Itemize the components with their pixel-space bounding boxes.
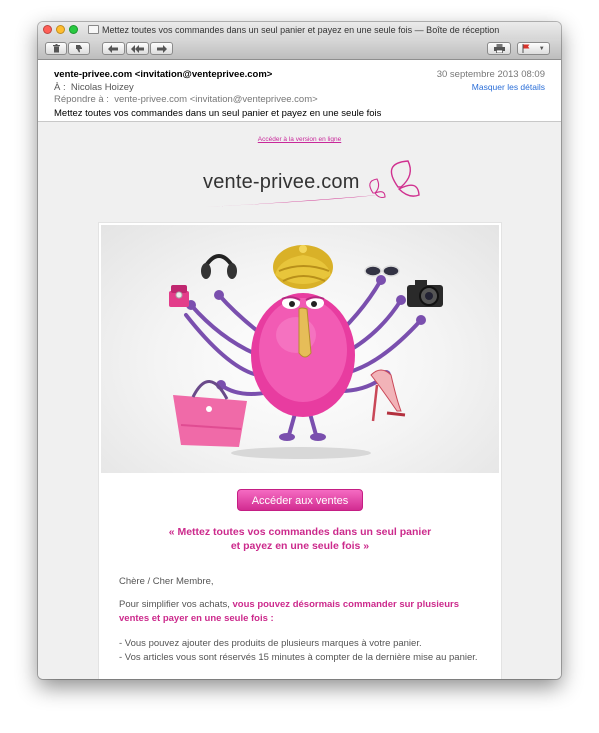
reply-to-label: Répondre à :	[54, 94, 109, 105]
window-controls	[43, 25, 78, 34]
greeting: Chère / Cher Membre,	[119, 576, 214, 587]
reply-button[interactable]	[102, 42, 125, 55]
bullet-list: - Vous pouvez ajouter des produits de pl…	[119, 637, 484, 665]
trash-icon	[52, 44, 60, 53]
message-subject: Mettez toutes vos commandes dans un seul…	[54, 108, 382, 119]
window-title-wrap: Mettez toutes vos commandes dans un seul…	[88, 25, 557, 35]
slogan: « Mettez toutes vos commandes dans un se…	[99, 525, 501, 553]
sender[interactable]: vente-privee.com <invitation@venteprivee…	[54, 69, 272, 80]
message-date: 30 septembre 2013 08:09	[436, 69, 545, 80]
mail-window: Mettez toutes vos commandes dans un seul…	[38, 22, 561, 679]
recipient[interactable]: Nicolas Hoizey	[71, 82, 134, 93]
forward-icon	[157, 44, 167, 53]
reply-icon	[108, 44, 118, 53]
hide-details-link[interactable]: Masquer les détails	[472, 82, 545, 92]
minimize-window-button[interactable]	[56, 25, 65, 34]
chevron-down-icon: ▼	[538, 45, 545, 52]
access-sales-button[interactable]: Accéder aux ventes	[237, 489, 363, 511]
online-version-link[interactable]: Accéder à la version en ligne	[38, 136, 561, 143]
forward-button[interactable]	[150, 42, 173, 55]
zoom-window-button[interactable]	[69, 25, 78, 34]
slogan-line-1: « Mettez toutes vos commandes dans un se…	[168, 526, 432, 538]
intro-text: Pour simplifier vos achats,	[119, 599, 233, 610]
mascot-illustration	[169, 245, 443, 459]
flag-icon	[522, 44, 530, 53]
to-label: À :	[54, 82, 66, 93]
message-header: vente-privee.com <invitation@venteprivee…	[38, 60, 561, 122]
bullet-item: - Vous pouvez ajouter des produits de pl…	[119, 638, 422, 649]
bullet-item: - Vos articles vous sont réservés 15 min…	[119, 652, 478, 663]
recipient-line: À : Nicolas Hoizey	[54, 82, 134, 93]
hero-illustration[interactable]	[101, 225, 499, 473]
slogan-line-2: et payez en une seule fois »	[230, 540, 370, 552]
message-body: Accéder à la version en ligne vente-priv…	[38, 122, 561, 679]
reply-to-line: Répondre à : vente-privee.com <invitatio…	[54, 94, 318, 105]
flag-button[interactable]: ▼	[517, 42, 550, 55]
print-button[interactable]	[487, 42, 511, 55]
delete-button[interactable]	[45, 42, 67, 55]
toolbar: ▼	[38, 39, 561, 60]
close-window-button[interactable]	[43, 25, 52, 34]
reply-to-address[interactable]: vente-privee.com <invitation@venteprivee…	[114, 94, 317, 105]
reply-all-button[interactable]	[126, 42, 149, 55]
butterfly-swoosh-icon	[205, 160, 420, 207]
print-icon	[493, 44, 505, 53]
brand-logo[interactable]: vente-privee.com	[203, 157, 423, 219]
reply-all-icon	[131, 44, 144, 53]
intro-paragraph: Pour simplifier vos achats, vous pouvez …	[119, 598, 484, 626]
envelope-icon	[88, 25, 99, 34]
window-title: Mettez toutes vos commandes dans un seul…	[102, 25, 500, 35]
email-card: Accéder aux ventes « Mettez toutes vos c…	[98, 222, 502, 679]
junk-button[interactable]	[68, 42, 90, 55]
thumbs-down-icon	[75, 45, 82, 53]
title-bar: Mettez toutes vos commandes dans un seul…	[38, 22, 561, 39]
